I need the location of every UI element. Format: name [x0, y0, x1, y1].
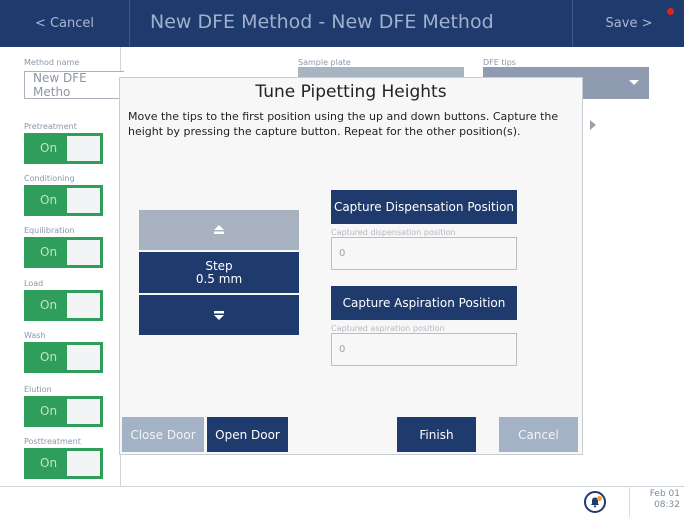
- elution-toggle[interactable]: On: [24, 396, 103, 427]
- toggle-state: On: [40, 245, 58, 259]
- toggle-label: Posttreatment: [24, 437, 81, 446]
- notification-badge: [597, 496, 602, 501]
- unsaved-indicator: [667, 8, 674, 15]
- save-button[interactable]: Save >: [572, 0, 684, 47]
- toggle-label: Pretreatment: [24, 122, 77, 131]
- arrow-down-icon: [214, 311, 224, 320]
- close-door-button[interactable]: Close Door: [122, 417, 204, 452]
- clock: Feb 01 08:32: [636, 489, 680, 511]
- pretreatment-toggle[interactable]: On: [24, 133, 103, 164]
- tune-pipetting-dialog: Tune Pipetting Heights Move the tips to …: [120, 78, 582, 454]
- step-value: 0.5 mm: [195, 271, 243, 286]
- app-header: < Cancel New DFE Method - New DFE Method…: [0, 0, 684, 47]
- chevron-down-icon: [629, 80, 639, 85]
- sample-plate-label: Sample plate: [298, 58, 351, 67]
- captured-aspiration-label: Captured aspiration position: [331, 324, 445, 333]
- date-text: Feb 01: [649, 489, 680, 499]
- toggle-knob: [67, 240, 100, 265]
- move-up-button[interactable]: [139, 210, 299, 250]
- capture-aspiration-button[interactable]: Capture Aspiration Position: [331, 286, 517, 320]
- step-size-button[interactable]: Step 0.5 mm: [139, 252, 299, 293]
- toggle-state: On: [40, 193, 58, 207]
- step-label: Step: [205, 258, 233, 273]
- load-toggle[interactable]: On: [24, 290, 103, 321]
- dialog-description: Move the tips to the first position usin…: [128, 110, 559, 138]
- toggle-knob: [67, 451, 100, 476]
- cancel-button[interactable]: < Cancel: [0, 0, 130, 47]
- toggle-state: On: [40, 141, 58, 155]
- arrow-up-icon: [214, 225, 224, 234]
- move-down-button[interactable]: [139, 295, 299, 335]
- page-title: New DFE Method - New DFE Method: [150, 11, 494, 33]
- footer-divider: [629, 486, 630, 517]
- conditioning-toggle[interactable]: On: [24, 185, 103, 216]
- toggle-label: Wash: [24, 331, 46, 340]
- open-door-button[interactable]: Open Door: [207, 417, 288, 452]
- captured-dispensation-label: Captured dispensation position: [331, 228, 456, 237]
- toggle-knob: [67, 293, 100, 318]
- dialog-title: Tune Pipetting Heights: [255, 82, 447, 102]
- notifications-button[interactable]: [584, 491, 606, 513]
- toggle-state: On: [40, 350, 58, 364]
- toggle-label: Load: [24, 279, 44, 288]
- wash-toggle[interactable]: On: [24, 342, 103, 373]
- toggle-knob: [67, 399, 100, 424]
- toggle-knob: [67, 188, 100, 213]
- method-name-label: Method name: [24, 58, 80, 67]
- toggle-knob: [67, 345, 100, 370]
- status-bar: [0, 486, 684, 518]
- captured-dispensation-field: 0: [331, 237, 517, 270]
- finish-button[interactable]: Finish: [397, 417, 476, 452]
- capture-dispensation-button[interactable]: Capture Dispensation Position: [331, 190, 517, 224]
- toggle-knob: [67, 136, 100, 161]
- toggle-state: On: [40, 404, 58, 418]
- toggle-state: On: [40, 456, 58, 470]
- time-text: 08:32: [654, 500, 680, 510]
- toggle-label: Equilibration: [24, 226, 75, 235]
- dialog-cancel-button[interactable]: Cancel: [499, 417, 578, 452]
- dfe-tips-label: DFE tips: [483, 58, 516, 67]
- toggle-state: On: [40, 298, 58, 312]
- method-name-field[interactable]: New DFE Metho: [24, 71, 124, 99]
- toggle-label: Elution: [24, 385, 52, 394]
- toggle-label: Conditioning: [24, 174, 75, 183]
- equilibration-toggle[interactable]: On: [24, 237, 103, 268]
- posttreatment-toggle[interactable]: On: [24, 448, 103, 479]
- captured-aspiration-field: 0: [331, 333, 517, 366]
- play-icon: [590, 120, 596, 130]
